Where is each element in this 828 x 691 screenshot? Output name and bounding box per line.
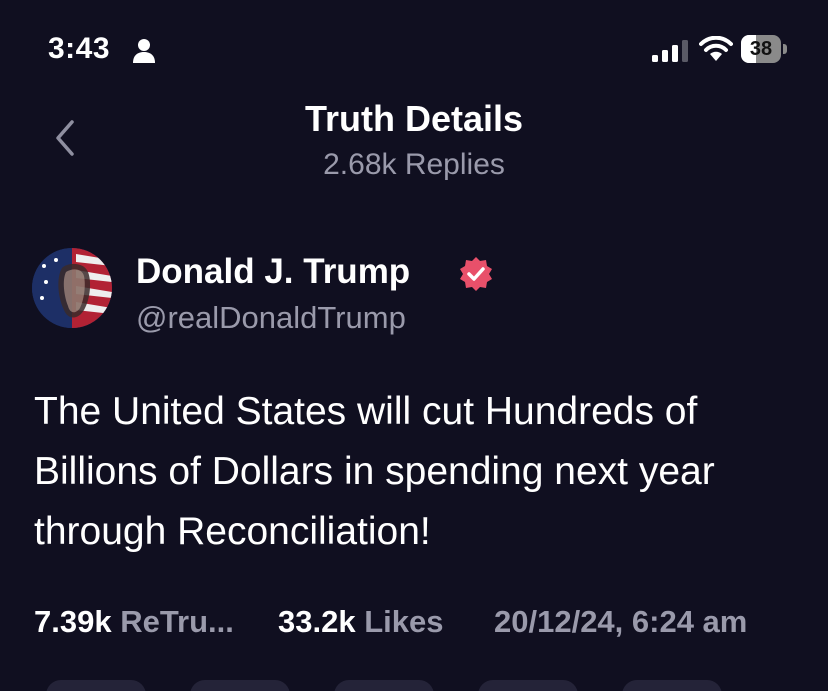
page-header: Truth Details 2.68k Replies: [0, 90, 828, 190]
battery-tip: [783, 44, 787, 54]
battery-body: 38: [741, 35, 781, 63]
retruths-count: 7.39k: [34, 604, 112, 639]
action-bar: [0, 680, 828, 691]
verified-badge-icon: [460, 257, 492, 291]
author-name[interactable]: Donald J. Trump: [136, 252, 410, 292]
like-button[interactable]: [334, 680, 434, 691]
share-button[interactable]: [478, 680, 578, 691]
post-body: The United States will cut Hundreds of B…: [34, 390, 715, 553]
author-handle[interactable]: @realDonaldTrump: [136, 300, 406, 336]
likes-label: Likes: [364, 604, 444, 639]
post-timestamp: 20/12/24, 6:24 am: [494, 604, 748, 639]
replies-count[interactable]: 2.68k Replies: [0, 148, 828, 182]
person-icon: [133, 39, 155, 63]
avatar[interactable]: [32, 248, 112, 328]
battery-icon: 38: [741, 35, 789, 63]
retruths-label: ReTru...: [120, 604, 234, 639]
wifi-icon: [699, 36, 733, 61]
status-time: 3:43: [48, 32, 111, 65]
more-button[interactable]: [622, 680, 722, 691]
post-stats: 7.39k ReTru... 33.2k Likes 20/12/24, 6:2…: [34, 604, 814, 648]
reply-button[interactable]: [46, 680, 146, 691]
retruth-button[interactable]: [190, 680, 290, 691]
likes-stat[interactable]: 33.2k Likes: [278, 604, 443, 640]
truth-details-screen: 3:43 38 Truth Details 2.68k Replies Dona…: [0, 0, 828, 691]
avatar-image: [32, 248, 112, 328]
battery-level: 38: [749, 38, 773, 60]
cellular-signal-icon: [652, 40, 688, 62]
page-title: Truth Details: [304, 98, 524, 139]
status-bar: 3:43 38: [0, 30, 828, 70]
retruths-stat[interactable]: 7.39k ReTru...: [34, 604, 234, 640]
likes-count: 33.2k: [278, 604, 356, 639]
